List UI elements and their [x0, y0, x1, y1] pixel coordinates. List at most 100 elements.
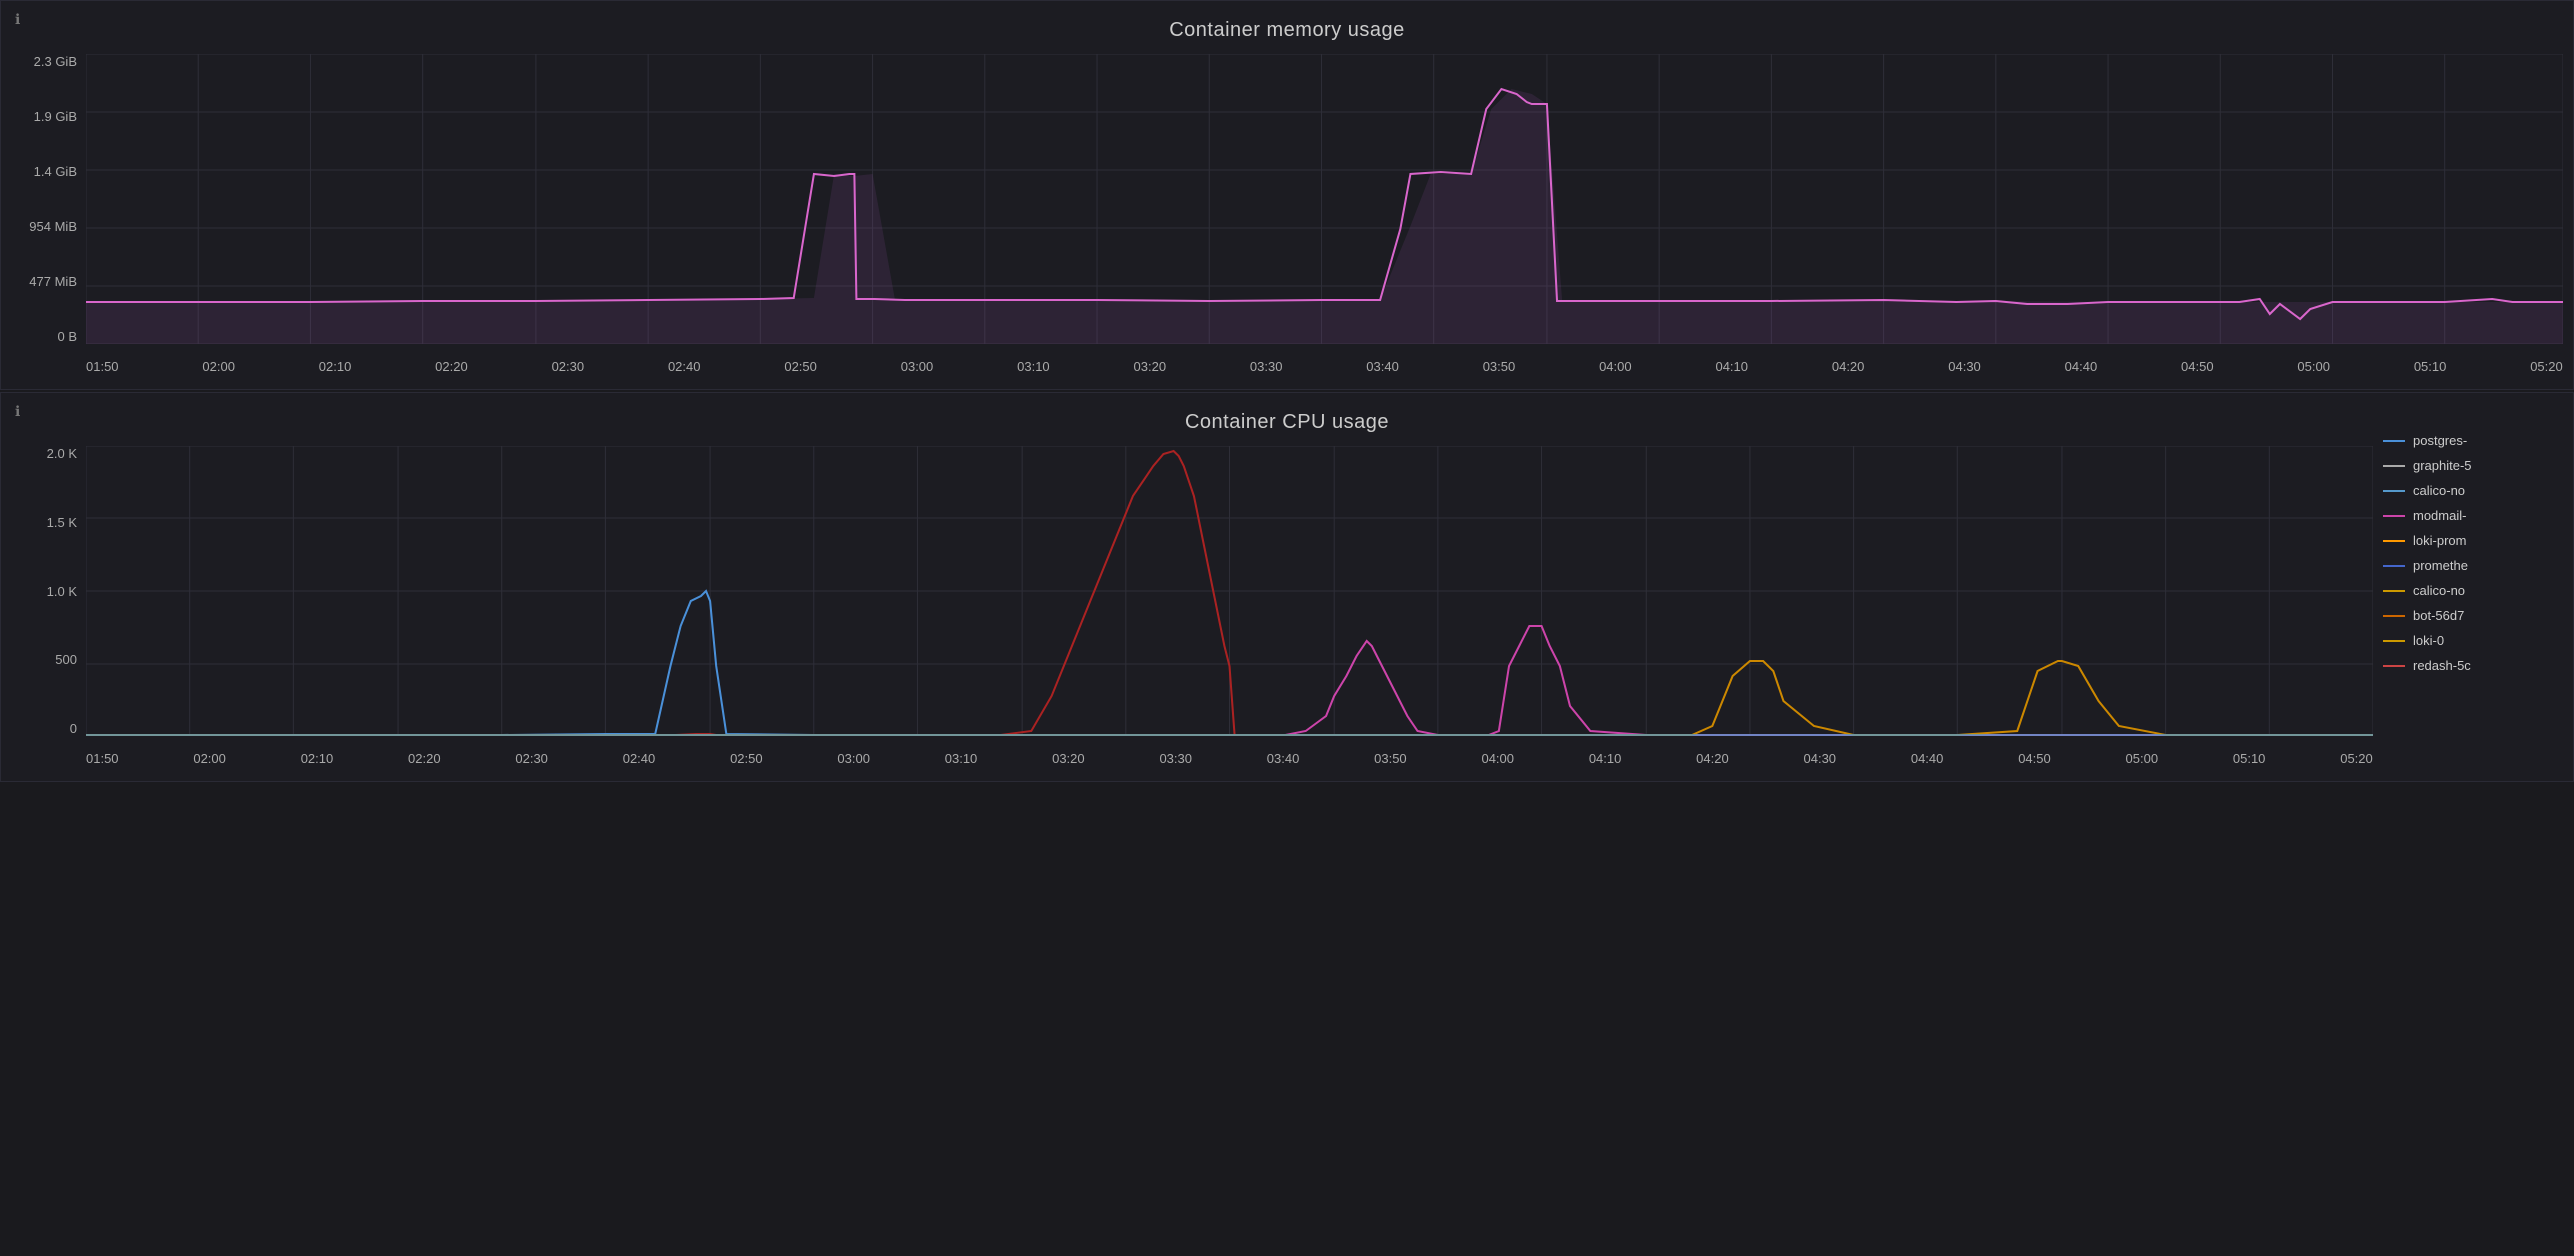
y-label-5: 0 B [57, 329, 77, 344]
legend-label-redash: redash-5c [2413, 658, 2471, 673]
cpu-x-0250: 02:50 [730, 751, 763, 766]
cpu-x-0230: 02:30 [515, 751, 548, 766]
legend-label-loki0: loki-0 [2413, 633, 2444, 648]
x-label-0330: 03:30 [1250, 359, 1283, 374]
legend-item-bot: bot-56d7 [2383, 608, 2563, 623]
legend-line-redash [2383, 665, 2405, 667]
cpu-x-0520: 05:20 [2340, 751, 2373, 766]
cpu-x-0320: 03:20 [1052, 751, 1085, 766]
x-label-0420: 04:20 [1832, 359, 1865, 374]
x-label-0510: 05:10 [2414, 359, 2447, 374]
cpu-x-0410: 04:10 [1589, 751, 1622, 766]
x-label-0520: 05:20 [2530, 359, 2563, 374]
y-label-2: 1.4 GiB [34, 164, 77, 179]
legend-item-redash: redash-5c [2383, 658, 2563, 673]
legend-label-calico1: calico-no [2413, 483, 2465, 498]
legend-label-modmail: modmail- [2413, 508, 2466, 523]
cpu-y-label-0: 2.0 K [47, 446, 77, 461]
cpu-x-0510: 05:10 [2233, 751, 2266, 766]
cpu-chart-area: 2.0 K 1.5 K 1.0 K 500 0 [86, 446, 2373, 736]
legend-item-calico1: calico-no [2383, 483, 2563, 498]
cpu-x-0350: 03:50 [1374, 751, 1407, 766]
x-label-0300: 03:00 [901, 359, 934, 374]
legend-label-calico2: calico-no [2413, 583, 2465, 598]
memory-panel: ℹ Container memory usage 2.3 GiB 1.9 GiB… [0, 0, 2574, 390]
cpu-y-label-4: 0 [70, 721, 77, 736]
cpu-panel-title: Container CPU usage [1, 403, 2573, 438]
cpu-x-0240: 02:40 [623, 751, 656, 766]
x-label-0410: 04:10 [1715, 359, 1748, 374]
x-label-0150: 01:50 [86, 359, 119, 374]
cpu-x-0200: 02:00 [193, 751, 226, 766]
y-label-4: 477 MiB [29, 274, 77, 289]
x-label-0240: 02:40 [668, 359, 701, 374]
legend-line-postgres [2383, 440, 2405, 442]
x-label-0230: 02:30 [552, 359, 585, 374]
x-label-0200: 02:00 [202, 359, 235, 374]
x-label-0450: 04:50 [2181, 359, 2214, 374]
cpu-x-0400: 04:00 [1481, 751, 1514, 766]
legend-label-prometheus: promethe [2413, 558, 2468, 573]
cpu-x-0220: 02:20 [408, 751, 441, 766]
legend-line-bot [2383, 615, 2405, 617]
cpu-x-0440: 04:40 [1911, 751, 1944, 766]
x-label-0350: 03:50 [1483, 359, 1516, 374]
y-label-1: 1.9 GiB [34, 109, 77, 124]
cpu-legend: postgres- graphite-5 calico-no modmail- … [2383, 433, 2563, 673]
memory-chart-svg [86, 54, 2563, 344]
x-label-0210: 02:10 [319, 359, 352, 374]
cpu-x-0210: 02:10 [301, 751, 334, 766]
cpu-x-axis: 01:50 02:00 02:10 02:20 02:30 02:40 02:5… [86, 751, 2373, 766]
x-label-0400: 04:00 [1599, 359, 1632, 374]
cpu-x-0340: 03:40 [1267, 751, 1300, 766]
cpu-y-label-2: 1.0 K [47, 584, 77, 599]
legend-line-prometheus [2383, 565, 2405, 567]
legend-item-postgres: postgres- [2383, 433, 2563, 448]
x-label-0320: 03:20 [1134, 359, 1167, 374]
legend-label-bot: bot-56d7 [2413, 608, 2464, 623]
cpu-chart-svg [86, 446, 2373, 736]
cpu-x-0430: 04:30 [1804, 751, 1837, 766]
legend-line-graphite [2383, 465, 2405, 467]
x-label-0220: 02:20 [435, 359, 468, 374]
memory-chart-area: 2.3 GiB 1.9 GiB 1.4 GiB 954 MiB 477 MiB … [86, 54, 2563, 344]
memory-info-icon: ℹ [15, 11, 20, 28]
cpu-panel: ℹ Container CPU usage 2.0 K 1.5 K 1.0 K … [0, 392, 2574, 782]
legend-label-loki-prom: loki-prom [2413, 533, 2466, 548]
cpu-y-label-1: 1.5 K [47, 515, 77, 530]
cpu-x-0300: 03:00 [837, 751, 870, 766]
legend-item-loki0: loki-0 [2383, 633, 2563, 648]
legend-line-loki-prom [2383, 540, 2405, 542]
cpu-x-0450: 04:50 [2018, 751, 2051, 766]
x-label-0430: 04:30 [1948, 359, 1981, 374]
legend-item-loki-prom: loki-prom [2383, 533, 2563, 548]
y-label-0: 2.3 GiB [34, 54, 77, 69]
cpu-x-0420: 04:20 [1696, 751, 1729, 766]
legend-item-modmail: modmail- [2383, 508, 2563, 523]
cpu-x-0150: 01:50 [86, 751, 119, 766]
legend-line-calico1 [2383, 490, 2405, 492]
x-label-0250: 02:50 [784, 359, 817, 374]
legend-item-calico2: calico-no [2383, 583, 2563, 598]
cpu-y-axis: 2.0 K 1.5 K 1.0 K 500 0 [8, 446, 83, 736]
x-label-0340: 03:40 [1366, 359, 1399, 374]
cpu-x-0500: 05:00 [2126, 751, 2159, 766]
legend-line-calico2 [2383, 590, 2405, 592]
x-label-0500: 05:00 [2297, 359, 2330, 374]
legend-item-prometheus: promethe [2383, 558, 2563, 573]
legend-label-postgres: postgres- [2413, 433, 2467, 448]
memory-x-axis: 01:50 02:00 02:10 02:20 02:30 02:40 02:5… [86, 359, 2563, 374]
legend-label-graphite: graphite-5 [2413, 458, 2472, 473]
cpu-x-0310: 03:10 [945, 751, 978, 766]
legend-line-loki0 [2383, 640, 2405, 642]
memory-y-axis: 2.3 GiB 1.9 GiB 1.4 GiB 954 MiB 477 MiB … [8, 54, 83, 344]
x-label-0440: 04:40 [2065, 359, 2098, 374]
memory-panel-title: Container memory usage [1, 11, 2573, 46]
y-label-3: 954 MiB [29, 219, 77, 234]
cpu-x-0330: 03:30 [1159, 751, 1192, 766]
cpu-y-label-3: 500 [55, 652, 77, 667]
x-label-0310: 03:10 [1017, 359, 1050, 374]
legend-item-graphite: graphite-5 [2383, 458, 2563, 473]
cpu-info-icon: ℹ [15, 403, 20, 420]
legend-line-modmail [2383, 515, 2405, 517]
